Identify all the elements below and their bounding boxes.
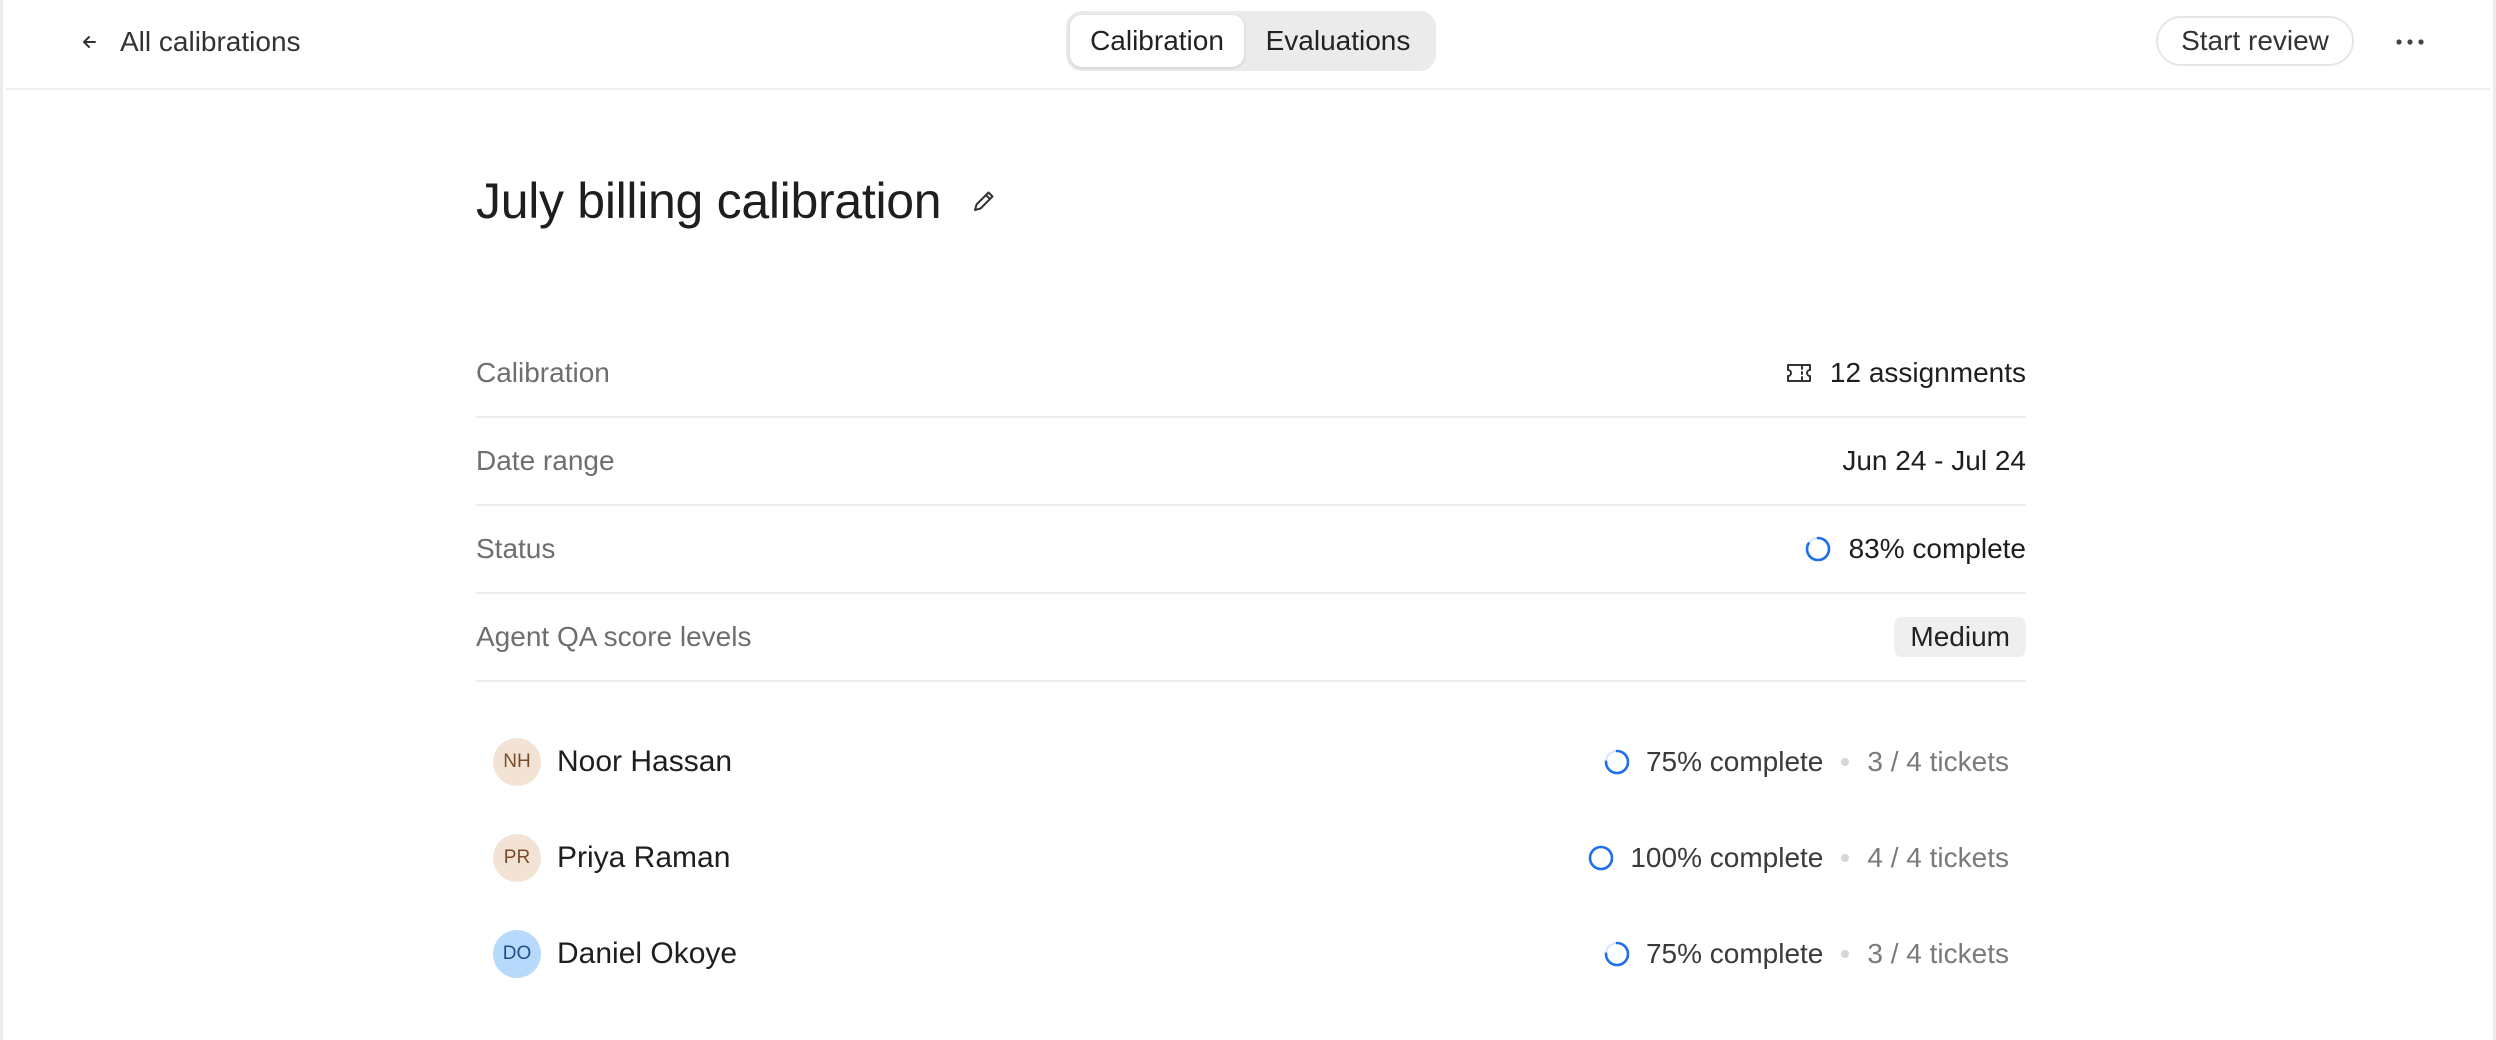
avatar: DO: [493, 930, 541, 978]
date-range-value: Jun 24 - Jul 24: [1842, 445, 2026, 476]
property-value: 83% complete: [1803, 533, 2026, 565]
property-row-qa-score-levels: Agent QA score levels Medium: [476, 594, 2026, 682]
page-title: July billing calibration: [476, 173, 942, 229]
top-bar: All calibrations Calibration Evaluations…: [6, 0, 2490, 90]
property-label: Agent QA score levels: [476, 621, 752, 652]
reviewer-progress: 100% complete 4 / 4 tickets: [1586, 842, 2009, 874]
reviewer-row[interactable]: NH Noor Hassan 75% complete 3 / 4 ticket…: [493, 714, 2009, 810]
tab-evaluations[interactable]: Evaluations: [1244, 15, 1432, 67]
separator-dot: [1841, 758, 1850, 766]
progress-label: 75% complete: [1645, 746, 1824, 777]
avatar: PR: [493, 834, 541, 882]
progress-ring-icon: [1602, 939, 1632, 969]
progress-label: 100% complete: [1630, 842, 1824, 873]
reviewer-identity: NH Noor Hassan: [493, 738, 732, 786]
reviewer-row[interactable]: PR Priya Raman 100% complete 4 / 4 ticke…: [493, 810, 2009, 906]
title-row: July billing calibration: [476, 168, 999, 234]
separator-dot: [1841, 950, 1850, 958]
back-link-label: All calibrations: [120, 26, 301, 57]
reviewer-progress: 75% complete 3 / 4 tickets: [1602, 938, 2009, 970]
progress-label: 75% complete: [1645, 938, 1824, 969]
status-value: 83% complete: [1848, 533, 2026, 564]
reviewer-list: NH Noor Hassan 75% complete 3 / 4 ticket…: [493, 714, 2009, 1002]
progress-ring-icon: [1803, 534, 1833, 564]
assignments-count: 12 assignments: [1829, 357, 2026, 388]
property-value: 12 assignments: [1784, 357, 2026, 389]
property-label: Calibration: [476, 357, 610, 388]
reviewer-identity: DO Daniel Okoye: [493, 930, 737, 978]
property-label: Date range: [476, 445, 615, 476]
reviewer-row[interactable]: DO Daniel Okoye 75% complete 3 / 4 ticke…: [493, 906, 2009, 1002]
calibration-properties: Calibration 12 assignments Date range Ju…: [476, 330, 2026, 682]
reviewer-name: Noor Hassan: [557, 745, 733, 778]
progress-ring-icon: [1586, 843, 1616, 873]
property-label: Status: [476, 533, 556, 564]
avatar: NH: [493, 738, 541, 786]
tickets-count: 3 / 4 tickets: [1867, 938, 2009, 969]
app-window: All calibrations Calibration Evaluations…: [0, 0, 2496, 1040]
back-to-all-calibrations-link[interactable]: All calibrations: [78, 22, 301, 62]
separator-dot: [1841, 854, 1850, 862]
property-row-status: Status 83% complete: [476, 506, 2026, 594]
reviewer-name: Priya Raman: [557, 841, 731, 874]
pencil-icon[interactable]: [969, 186, 999, 216]
tickets-count: 3 / 4 tickets: [1867, 746, 2009, 777]
property-row-date-range: Date range Jun 24 - Jul 24: [476, 418, 2026, 506]
reviewer-identity: PR Priya Raman: [493, 834, 730, 882]
arrow-left-icon: [78, 30, 102, 54]
ticket-icon: [1784, 358, 1814, 388]
qa-level-badge: Medium: [1894, 617, 2026, 657]
reviewer-name: Daniel Okoye: [557, 937, 738, 970]
start-review-button[interactable]: Start review: [2156, 16, 2354, 66]
reviewer-progress: 75% complete 3 / 4 tickets: [1602, 746, 2009, 778]
more-horizontal-icon[interactable]: [2386, 20, 2434, 64]
tickets-count: 4 / 4 tickets: [1867, 842, 2009, 873]
tab-calibration[interactable]: Calibration: [1070, 15, 1244, 67]
progress-ring-icon: [1602, 747, 1632, 777]
view-tabs: Calibration Evaluations: [1066, 11, 1436, 71]
property-row-calibration: Calibration 12 assignments: [476, 330, 2026, 418]
